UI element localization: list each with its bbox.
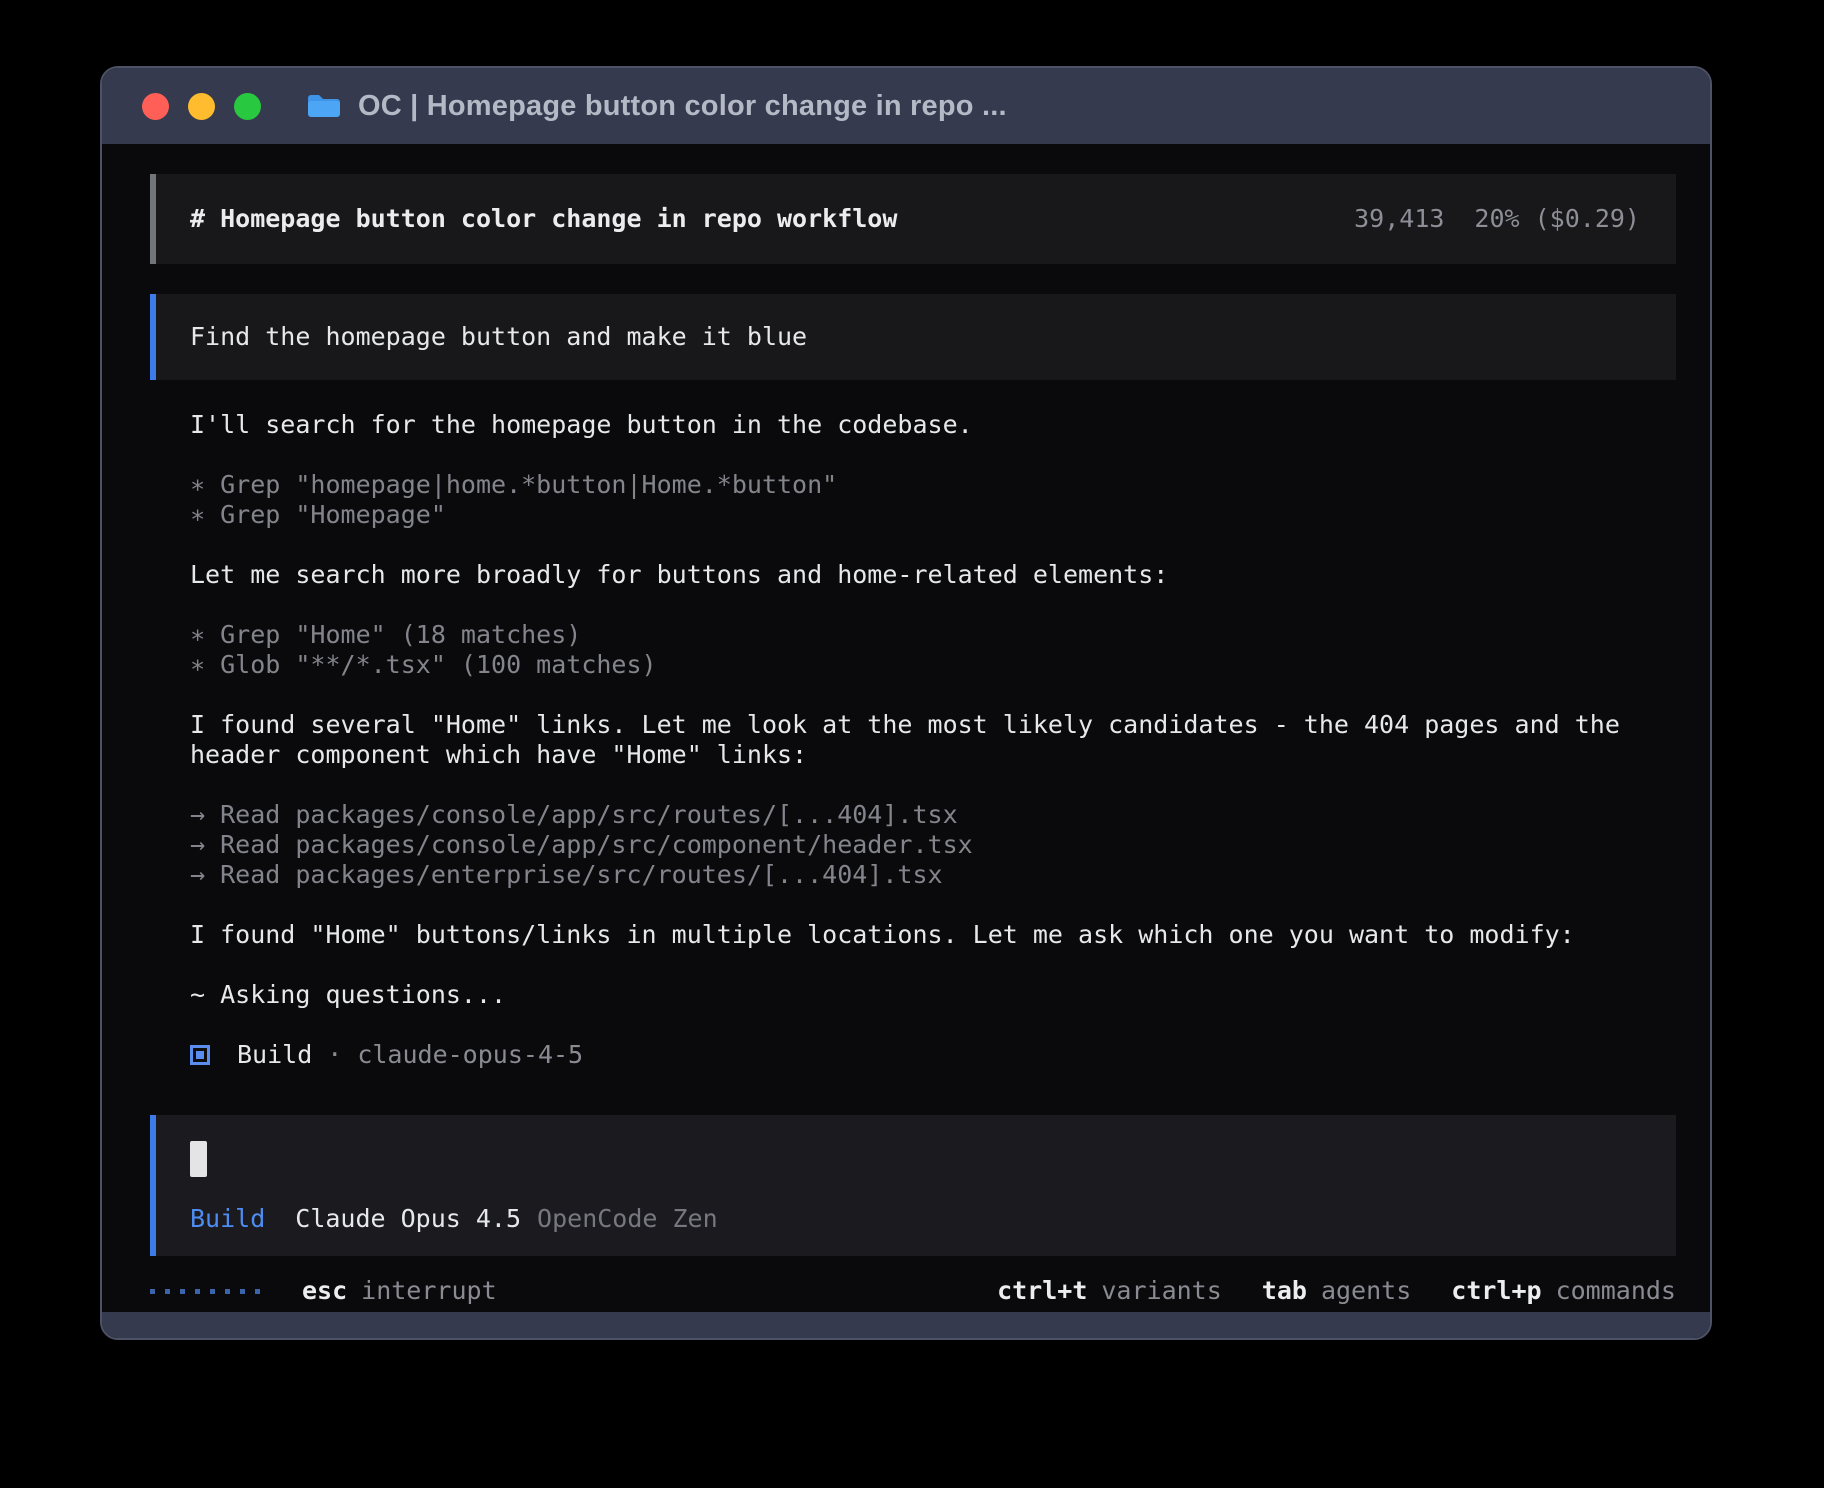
status-right: ctrl+t variants tab agents ctrl+p comman… bbox=[997, 1276, 1676, 1306]
tool-call-glob: ∗ Glob "**/*.tsx" (100 matches) bbox=[190, 650, 1676, 680]
terminal-content: # Homepage button color change in repo w… bbox=[102, 144, 1710, 1312]
session-stats: 39,413 20% ($0.29) bbox=[1354, 204, 1640, 234]
mode-selector[interactable]: Build bbox=[190, 1204, 265, 1234]
assistant-transcript: I'll search for the homepage button in t… bbox=[150, 410, 1676, 1070]
provider-name: OpenCode Zen bbox=[537, 1204, 718, 1234]
agent-status-line: Build · claude-opus-4-5 bbox=[190, 1040, 1676, 1070]
session-header: # Homepage button color change in repo w… bbox=[150, 174, 1676, 264]
text-cursor bbox=[190, 1141, 207, 1177]
assistant-message: I found "Home" buttons/links in multiple… bbox=[190, 920, 1676, 950]
working-status-text: ~ Asking questions... bbox=[190, 980, 1676, 1010]
zoom-button[interactable] bbox=[234, 93, 261, 120]
tool-call-read: → Read packages/console/app/src/routes/[… bbox=[190, 800, 1676, 830]
close-button[interactable] bbox=[142, 93, 169, 120]
folder-icon bbox=[306, 92, 342, 120]
model-name: Claude Opus 4.5 bbox=[295, 1204, 521, 1234]
agent-model-id: claude-opus-4-5 bbox=[357, 1040, 583, 1070]
terminal-window: OC | Homepage button color change in rep… bbox=[100, 66, 1712, 1340]
assistant-message: I found several "Home" links. Let me loo… bbox=[190, 710, 1676, 770]
window-titlebar: OC | Homepage button color change in rep… bbox=[102, 68, 1710, 144]
session-title: # Homepage button color change in repo w… bbox=[190, 204, 897, 234]
prompt-input[interactable]: Build Claude Opus 4.5 OpenCode Zen bbox=[150, 1115, 1676, 1256]
input-meta: Build Claude Opus 4.5 OpenCode Zen bbox=[190, 1204, 1642, 1234]
assistant-message: I'll search for the homepage button in t… bbox=[190, 410, 1676, 440]
key-tab: tab bbox=[1262, 1276, 1307, 1306]
user-message-text: Find the homepage button and make it blu… bbox=[190, 322, 807, 351]
tool-call-grep: ∗ Grep "Homepage" bbox=[190, 500, 1676, 530]
action-agents: agents bbox=[1321, 1276, 1411, 1306]
tool-call-read: → Read packages/console/app/src/componen… bbox=[190, 830, 1676, 860]
action-interrupt: interrupt bbox=[361, 1276, 496, 1306]
tool-call-grep: ∗ Grep "Home" (18 matches) bbox=[190, 620, 1676, 650]
status-left: esc interrupt bbox=[150, 1276, 497, 1306]
tool-call-grep: ∗ Grep "homepage|home.*button|Home.*butt… bbox=[190, 470, 1676, 500]
working-spinner-dots bbox=[150, 1289, 260, 1294]
status-bar: esc interrupt ctrl+t variants tab agents… bbox=[150, 1276, 1676, 1306]
user-message: Find the homepage button and make it blu… bbox=[150, 294, 1676, 380]
window-footer bbox=[102, 1312, 1710, 1338]
hint-commands: ctrl+p commands bbox=[1451, 1276, 1676, 1306]
assistant-message: Let me search more broadly for buttons a… bbox=[190, 560, 1676, 590]
build-agent-icon bbox=[190, 1045, 210, 1065]
context-usage-cost: 20% ($0.29) bbox=[1474, 204, 1640, 234]
agent-name: Build bbox=[237, 1040, 312, 1070]
minimize-button[interactable] bbox=[188, 93, 215, 120]
key-ctrl-t: ctrl+t bbox=[997, 1276, 1087, 1306]
hint-agents: tab agents bbox=[1262, 1276, 1411, 1306]
tool-call-read: → Read packages/enterprise/src/routes/[.… bbox=[190, 860, 1676, 890]
token-count: 39,413 bbox=[1354, 204, 1444, 234]
key-esc: esc bbox=[302, 1276, 347, 1306]
key-ctrl-p: ctrl+p bbox=[1451, 1276, 1541, 1306]
window-title: OC | Homepage button color change in rep… bbox=[358, 90, 1007, 123]
separator-dot: · bbox=[327, 1040, 342, 1070]
action-variants: variants bbox=[1101, 1276, 1221, 1306]
action-commands: commands bbox=[1556, 1276, 1676, 1306]
hint-variants: ctrl+t variants bbox=[997, 1276, 1222, 1306]
